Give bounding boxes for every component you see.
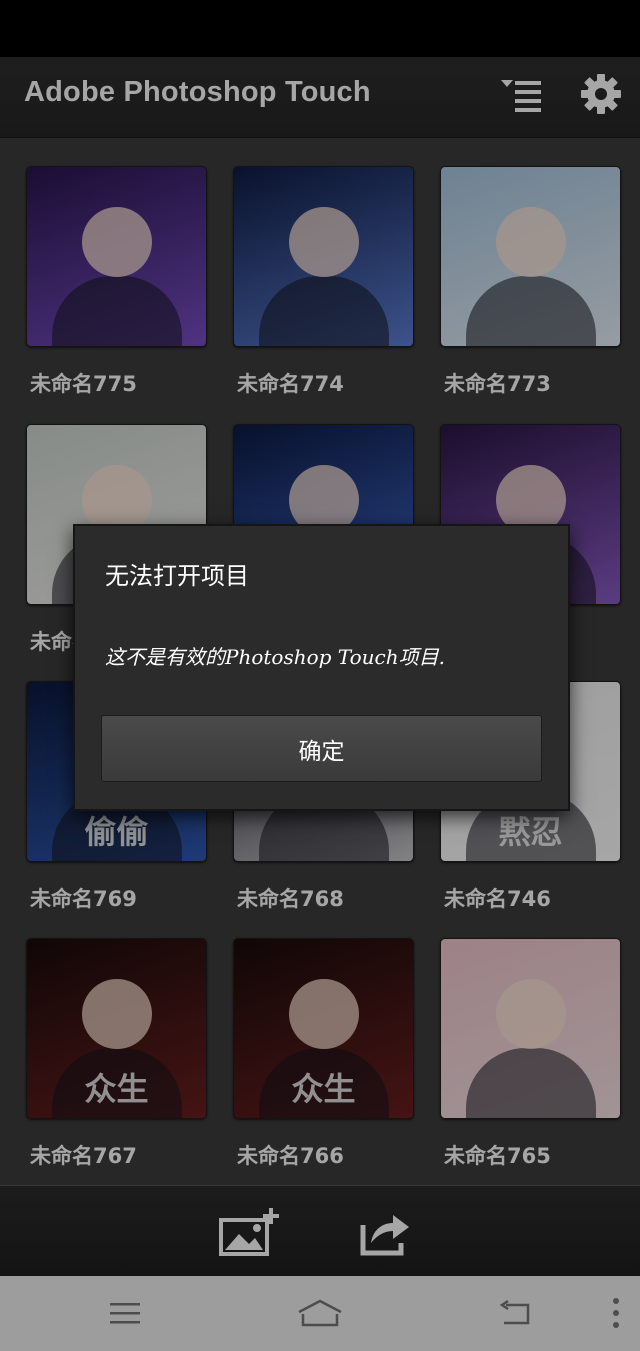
dialog-message: 这不是有效的Photoshop Touch项目. — [105, 645, 445, 669]
error-dialog: 无法打开项目 这不是有效的Photoshop Touch项目. 确定 — [73, 524, 570, 811]
ok-button[interactable]: 确定 — [101, 715, 542, 782]
dialog-title: 无法打开项目 — [105, 562, 249, 590]
